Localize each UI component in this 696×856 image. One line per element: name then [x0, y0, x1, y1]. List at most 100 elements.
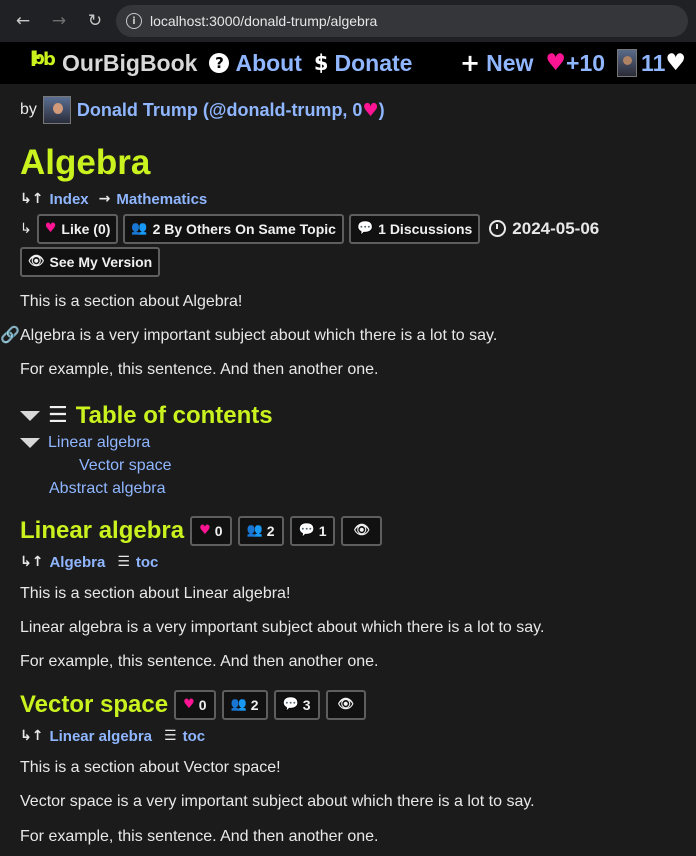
section-breadcrumb: ↳↑ Algebra ☰ toc	[20, 554, 696, 571]
see-my-version-button[interactable]: 👁 See My Version	[20, 246, 161, 277]
back-button[interactable]: ←	[8, 6, 38, 36]
donate-link[interactable]: $ Donate	[314, 50, 413, 77]
author-suffix: )	[378, 99, 385, 120]
user-menu[interactable]: 11 ♥	[617, 49, 686, 77]
paragraph: For example, this sentence. And then ano…	[20, 653, 379, 671]
link-icon[interactable]: 🔗	[0, 325, 20, 344]
brand-name: OurBigBook	[62, 49, 198, 76]
back-arrow-icon: ←	[15, 11, 31, 31]
paragraph: For example, this sentence. And then ano…	[20, 361, 379, 379]
section-title[interactable]: Vector space	[20, 691, 168, 719]
toc-item-abstract-algebra[interactable]: Abstract algebra	[20, 480, 696, 498]
paragraph: This is a section about Linear algebra!	[20, 584, 291, 602]
site-info-icon[interactable]: i	[126, 13, 142, 29]
article-actions: ↳ ♥ Like (0) 👥 2 By Others On Same Topic 💬…	[20, 213, 696, 244]
forward-button[interactable]: →	[44, 6, 74, 36]
breadcrumb-parent[interactable]: Mathematics	[116, 191, 207, 208]
ourbigbook-logo-icon: ŀ b b	[30, 47, 56, 71]
heart-icon: ♥	[199, 523, 211, 539]
forward-arrow-icon: →	[51, 11, 67, 31]
toc-list: Linear algebra Vector space Abstract alg…	[20, 434, 696, 498]
like-count: 0	[214, 522, 223, 539]
paragraph: Vector space is a very important subject…	[20, 793, 535, 811]
toc-item-label: Linear algebra	[48, 433, 151, 451]
ancestor-arrow-icon: ↳↑	[20, 728, 44, 745]
parent-link[interactable]: Linear algebra	[49, 728, 152, 745]
descendant-arrow-icon: ↳	[20, 220, 32, 237]
others-same-topic-button[interactable]: 👥 2 By Others On Same Topic	[123, 213, 344, 244]
section-title[interactable]: Linear algebra	[20, 517, 184, 545]
paragraph: This is a section about Algebra!	[20, 292, 243, 310]
users-icon: 👥	[230, 697, 247, 713]
toc-link[interactable]: toc	[183, 728, 206, 745]
section-breadcrumb: ↳↑ Linear algebra ☰ toc	[20, 728, 696, 745]
like-button[interactable]: ♥ 0	[174, 689, 216, 720]
like-count: 0	[198, 696, 207, 713]
see-my-version-button[interactable]: 👁	[341, 515, 382, 546]
ancestor-arrow-icon: ↳↑	[20, 554, 44, 571]
reload-button[interactable]: ↻	[80, 6, 110, 36]
section-linear-algebra: Linear algebra ♥ 0 👥 2 💬 1 👁 ↳↑ Algebra ☰ t…	[20, 515, 696, 674]
toc-item-vector-space[interactable]: Vector space	[20, 457, 696, 475]
discussions-button[interactable]: 💬 1	[289, 515, 336, 546]
list-icon: ☰	[117, 554, 130, 571]
discussions-count: 1	[318, 522, 327, 539]
paragraph: For example, this sentence. And then ano…	[20, 827, 379, 845]
discussions-count: 3	[302, 696, 311, 713]
about-label: About	[235, 49, 302, 76]
eye-icon: 👁	[337, 697, 355, 713]
toc-link[interactable]: toc	[136, 554, 159, 571]
like-button[interactable]: ♥ 0	[190, 515, 232, 546]
breadcrumb-index[interactable]: Index	[49, 191, 88, 208]
others-label: 2 By Others On Same Topic	[152, 220, 336, 237]
others-button[interactable]: 👥 2	[221, 689, 268, 720]
heart-outline-icon: ♥	[665, 50, 686, 76]
plus-icon: +	[460, 49, 481, 77]
article: by Donald Trump (@donald-trump, 0♥) Alge…	[0, 96, 696, 848]
paragraph: Algebra is a very important subject abou…	[20, 326, 498, 344]
collapse-triangle-icon[interactable]	[20, 410, 40, 421]
others-button[interactable]: 👥 2	[237, 515, 284, 546]
paragraph: This is a section about Vector space!	[20, 758, 281, 776]
list-icon: ☰	[48, 403, 68, 429]
parent-link[interactable]: Algebra	[49, 554, 105, 571]
toc-item-label: Vector space	[79, 456, 172, 474]
author-link[interactable]: Donald Trump (@donald-trump, 0♥)	[77, 100, 385, 121]
see-my-version-button[interactable]: 👁	[325, 689, 367, 720]
collapse-triangle-icon[interactable]	[20, 437, 40, 448]
by-label: by	[20, 101, 37, 118]
address-bar[interactable]: i localhost:3000/donald-trump/algebra	[116, 5, 688, 37]
avatar	[617, 49, 638, 77]
byline: by Donald Trump (@donald-trump, 0♥)	[20, 96, 696, 124]
discussions-button[interactable]: 💬 1 Discussions	[348, 213, 481, 244]
others-count: 2	[266, 522, 275, 539]
right-arrow-icon: →	[98, 191, 111, 207]
date-value: 2024-05-06	[512, 218, 600, 238]
section-header: Linear algebra ♥ 0 👥 2 💬 1 👁	[20, 515, 696, 546]
see-version-label: See My Version	[49, 253, 153, 270]
author-avatar[interactable]	[42, 96, 71, 124]
paragraph: Linear algebra is a very important subje…	[20, 619, 545, 637]
new-link[interactable]: + New	[460, 49, 533, 77]
like-button[interactable]: ♥ Like (0)	[36, 213, 119, 244]
about-link[interactable]: ? About	[209, 49, 302, 77]
eye-icon: 👁	[353, 523, 370, 539]
site-navbar: ŀ b b OurBigBook ? About $ Donate + New …	[0, 42, 696, 84]
users-icon: 👥	[246, 523, 263, 539]
heart-icon: ♥	[183, 697, 195, 713]
score-link[interactable]: ♥ +10	[545, 50, 605, 77]
new-label: New	[486, 49, 534, 76]
section-header: Vector space ♥ 0 👥 2 💬 3 👁	[20, 689, 696, 720]
page-title[interactable]: Algebra	[20, 143, 696, 183]
toc-header[interactable]: ☰ Table of contents	[20, 402, 696, 430]
toc-title: Table of contents	[75, 401, 273, 429]
eye-icon: 👁	[28, 254, 45, 269]
comment-icon: 💬	[282, 697, 299, 713]
toc-item-label: Abstract algebra	[49, 479, 166, 497]
toc-item-linear-algebra[interactable]: Linear algebra	[20, 434, 696, 452]
dollar-icon: $	[313, 51, 329, 75]
clock-icon	[489, 220, 507, 237]
like-label: Like (0)	[61, 220, 111, 237]
home-link[interactable]: ŀ b b OurBigBook	[30, 49, 197, 77]
discussions-button[interactable]: 💬 3	[273, 689, 320, 720]
